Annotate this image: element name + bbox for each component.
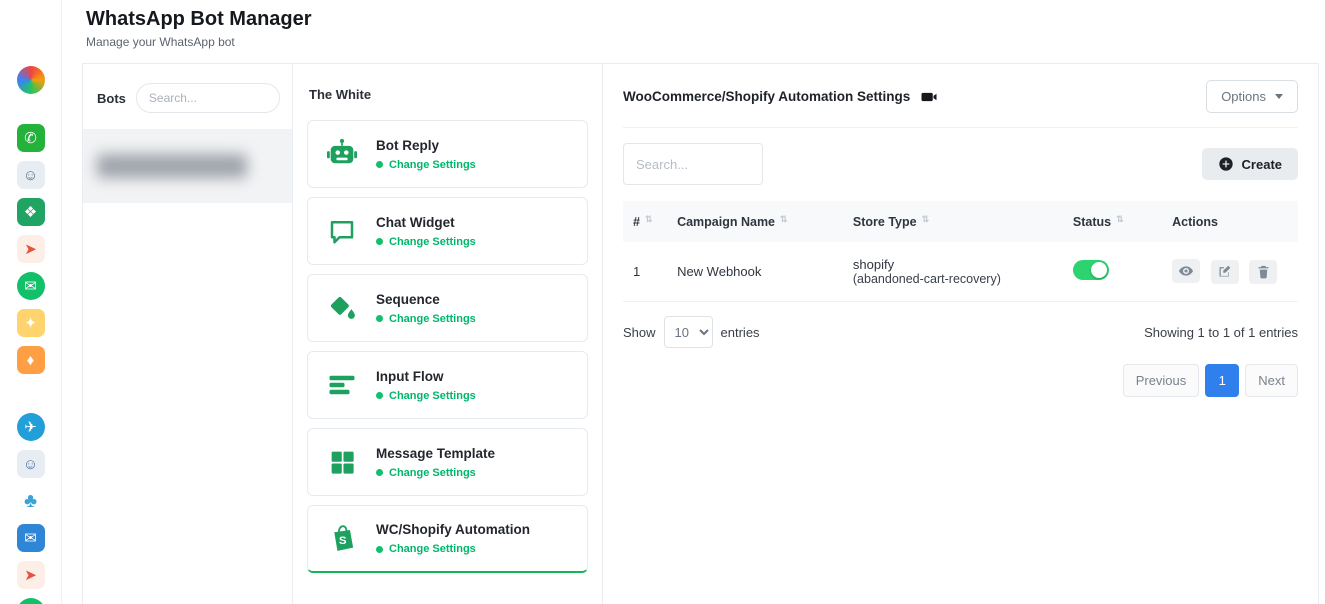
bot-list-item-selected[interactable] bbox=[83, 129, 292, 203]
status-dot bbox=[376, 315, 383, 322]
change-settings-link[interactable]: Change Settings bbox=[376, 236, 476, 248]
automation-table: #⇅ Campaign Name⇅ Store Type⇅ Status⇅ bbox=[623, 201, 1298, 302]
bot-menu-column: The White Bot Reply bbox=[293, 64, 603, 604]
section-title: WooCommerce/Shopify Automation Settings bbox=[623, 89, 910, 104]
plus-circle-icon bbox=[1218, 156, 1234, 172]
row-campaign-name: New Webhook bbox=[667, 242, 843, 302]
bot-manager-panel: Bots The White bbox=[82, 63, 1319, 604]
video-tutorial-icon[interactable] bbox=[920, 88, 938, 106]
broadcast-icon[interactable]: ➤ bbox=[17, 235, 45, 263]
status-toggle[interactable] bbox=[1073, 260, 1109, 280]
options-button[interactable]: Options bbox=[1206, 80, 1298, 113]
menu-card-bot-reply[interactable]: Bot Reply Change Settings bbox=[307, 120, 588, 188]
menu-card-label: Chat Widget bbox=[376, 215, 476, 230]
page-1-button[interactable]: 1 bbox=[1205, 364, 1239, 397]
status-dot bbox=[376, 161, 383, 168]
sequence-icon bbox=[322, 293, 362, 323]
show-label: Show bbox=[623, 325, 656, 340]
table-search-input[interactable] bbox=[623, 143, 763, 185]
subscribers-icon[interactable]: ♣ bbox=[17, 487, 45, 515]
menu-card-label: Sequence bbox=[376, 292, 476, 307]
change-settings-link[interactable]: Change Settings bbox=[376, 313, 476, 325]
edit-icon bbox=[1217, 264, 1232, 279]
change-settings-link[interactable]: Change Settings bbox=[376, 467, 495, 479]
page-size-select[interactable]: 10 bbox=[664, 316, 713, 348]
bot-reply-icon bbox=[322, 137, 362, 171]
table-header-store-type[interactable]: Store Type⇅ bbox=[843, 201, 1063, 242]
livechat-icon[interactable]: ✉ bbox=[17, 272, 45, 300]
chatbot-icon[interactable]: ☺ bbox=[17, 161, 45, 189]
menu-card-sequence[interactable]: Sequence Change Settings bbox=[307, 274, 588, 342]
page-header: WhatsApp Bot Manager Manage your WhatsAp… bbox=[82, 0, 1325, 63]
change-settings-link[interactable]: Change Settings bbox=[376, 543, 530, 555]
menu-card-label: Message Template bbox=[376, 446, 495, 461]
shopify-icon: S bbox=[322, 523, 362, 554]
menu-card-label: Input Flow bbox=[376, 369, 476, 384]
change-settings-link[interactable]: Change Settings bbox=[376, 390, 476, 402]
row-index: 1 bbox=[623, 242, 667, 302]
pagination: Previous 1 Next bbox=[623, 352, 1298, 397]
create-button[interactable]: Create bbox=[1202, 148, 1298, 180]
view-button[interactable] bbox=[1172, 259, 1200, 283]
automation-settings-column: WooCommerce/Shopify Automation Settings … bbox=[603, 64, 1318, 604]
delete-button[interactable] bbox=[1249, 260, 1277, 284]
input-flow-icon bbox=[322, 370, 362, 400]
previous-page-button[interactable]: Previous bbox=[1123, 364, 1200, 397]
app-logo-icon[interactable] bbox=[17, 66, 45, 94]
message-template-icon bbox=[322, 448, 362, 477]
eye-icon bbox=[1178, 263, 1194, 279]
svg-text:S: S bbox=[338, 535, 346, 547]
sort-icon: ⇅ bbox=[780, 214, 788, 224]
change-settings-link[interactable]: Change Settings bbox=[376, 159, 476, 171]
table-row: 1 New Webhook shopify (abandoned-cart-re… bbox=[623, 242, 1298, 302]
app-icon-rail: ✆ ☺ ❖ ➤ ✉ ✦ ♦ ✈ ☺ ♣ ✉ ➤ ✉ bbox=[0, 0, 62, 604]
app-root: ✆ ☺ ❖ ➤ ✉ ✦ ♦ ✈ ☺ ♣ ✉ ➤ ✉ WhatsApp Bot M… bbox=[0, 0, 1325, 604]
whatsapp-icon[interactable]: ✆ bbox=[17, 124, 45, 152]
status-dot bbox=[376, 469, 383, 476]
chat-widget-icon bbox=[322, 216, 362, 246]
table-header-index[interactable]: #⇅ bbox=[623, 201, 667, 242]
table-header-actions: Actions bbox=[1162, 201, 1298, 242]
next-page-button[interactable]: Next bbox=[1245, 364, 1298, 397]
media-icon[interactable]: ❖ bbox=[17, 198, 45, 226]
selected-bot-name: The White bbox=[307, 64, 588, 120]
page-title: WhatsApp Bot Manager bbox=[86, 8, 1325, 31]
bot-name-redacted bbox=[97, 154, 247, 178]
campaign-icon[interactable]: ➤ bbox=[17, 561, 45, 589]
menu-card-chat-widget[interactable]: Chat Widget Change Settings bbox=[307, 197, 588, 265]
main-content: WhatsApp Bot Manager Manage your WhatsAp… bbox=[62, 0, 1325, 604]
store-icon[interactable]: ♦ bbox=[17, 346, 45, 374]
bots-column: Bots bbox=[83, 64, 293, 604]
sort-icon: ⇅ bbox=[645, 214, 653, 224]
flow-builder-icon[interactable]: ✦ bbox=[17, 309, 45, 337]
status-dot bbox=[376, 238, 383, 245]
more-icon[interactable]: ✉ bbox=[17, 598, 45, 604]
entries-label: entries bbox=[721, 325, 760, 340]
menu-card-wc-shopify-automation[interactable]: S WC/Shopify Automation Change Settings bbox=[307, 505, 588, 573]
trash-icon bbox=[1256, 264, 1271, 279]
status-dot bbox=[376, 546, 383, 553]
group-chat-icon[interactable]: ✉ bbox=[17, 524, 45, 552]
menu-card-message-template[interactable]: Message Template Change Settings bbox=[307, 428, 588, 496]
telegram-bot-icon[interactable]: ☺ bbox=[17, 450, 45, 478]
sort-icon: ⇅ bbox=[922, 214, 930, 224]
page-subtitle: Manage your WhatsApp bot bbox=[86, 35, 1325, 49]
menu-card-input-flow[interactable]: Input Flow Change Settings bbox=[307, 351, 588, 419]
table-header-campaign-name[interactable]: Campaign Name⇅ bbox=[667, 201, 843, 242]
edit-button[interactable] bbox=[1211, 260, 1239, 284]
showing-entries-text: Showing 1 to 1 of 1 entries bbox=[1144, 325, 1298, 340]
bots-search-input[interactable] bbox=[136, 83, 280, 113]
bots-column-title: Bots bbox=[97, 91, 126, 106]
telegram-icon[interactable]: ✈ bbox=[17, 413, 45, 441]
row-store-type: shopify (abandoned-cart-recovery) bbox=[843, 242, 1063, 302]
menu-card-label: Bot Reply bbox=[376, 138, 476, 153]
caret-down-icon bbox=[1275, 94, 1283, 99]
menu-card-label: WC/Shopify Automation bbox=[376, 522, 530, 537]
sort-icon: ⇅ bbox=[1116, 214, 1124, 224]
table-header-status[interactable]: Status⇅ bbox=[1063, 201, 1162, 242]
status-dot bbox=[376, 392, 383, 399]
